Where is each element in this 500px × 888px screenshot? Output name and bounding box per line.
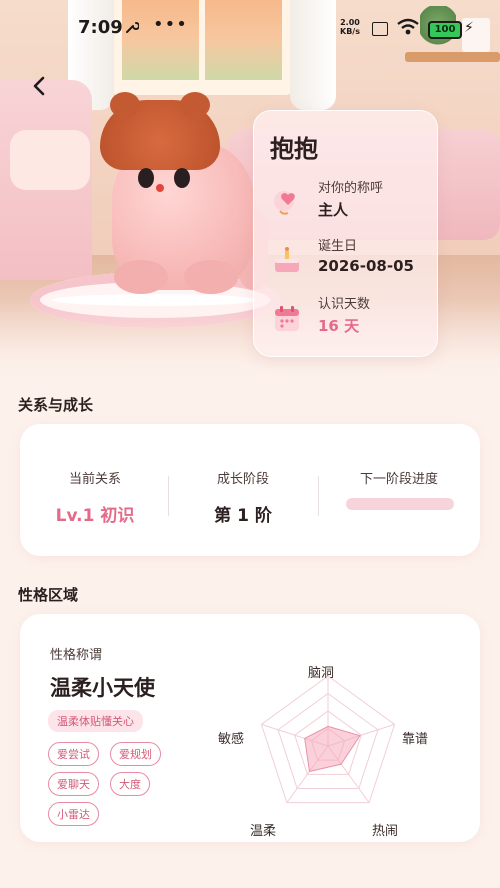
nickname-label: 对你的称呼 [318,181,384,196]
radar-axis-label: 热闹 [372,824,399,839]
personality-tag: 爱规划 [110,742,161,766]
status-bar: 7:09 ••• 2.00 KB/s 100 ⚡ [0,0,500,52]
pet-mascot[interactable] [100,92,270,295]
personality-card: 性格称谓 温柔小天使 温柔体贴懂关心 爱尝试 爱规划 爱聊天 大度 小雷达 脑洞… [20,614,480,842]
radar-axis-label: 靠谱 [402,732,429,747]
growth-stage-value: 第 1 阶 [214,506,272,526]
nickname-row: 对你的称呼 主人 [270,177,430,229]
network-speed: 2.00 KB/s [340,18,360,36]
wifi-icon [397,18,419,35]
radar-axis-label: 温柔 [250,824,277,839]
battery-icon: 100 [428,21,462,39]
birthday-label: 诞生日 [318,239,358,254]
personality-radar-chart: 脑洞 靠谱 热闹 温柔 敏感 [210,634,480,839]
personality-tag: 爱尝试 [48,742,99,766]
sim-icon [372,22,388,36]
cake-icon [275,247,299,272]
mascot-eye [138,168,154,188]
mascot-nose [156,184,164,192]
personality-title-label: 性格称谓 [50,648,103,663]
wall-shelf [405,52,500,62]
days-known-row: 认识天数 16 天 [270,293,430,345]
status-time: 7:09 [78,17,123,38]
wrench-icon [126,22,139,33]
radar-axis-label: 脑洞 [308,666,335,681]
relation-section-title: 关系与成长 [18,396,94,414]
days-known-label: 认识天数 [318,297,371,312]
personality-tag: 大度 [110,772,150,796]
personality-tag: 爱聊天 [48,772,99,796]
mascot-hat [100,92,220,170]
personality-description: 温柔体贴懂关心 [48,710,143,732]
current-relation-value: Lv.1 初识 [55,506,135,526]
radar-axis-label: 敏感 [218,732,245,747]
calendar-icon [275,306,299,331]
nickname-value: 主人 [318,201,349,219]
pet-name: 抱抱 [270,135,318,163]
charging-icon: ⚡ [464,20,474,36]
growth-stage: 成长阶段 第 1 阶 [168,468,318,526]
relation-card: 当前关系 Lv.1 初识 成长阶段 第 1 阶 下一阶段进度 [20,424,480,556]
radar-svg [260,675,396,804]
next-stage: 下一阶段进度 [359,472,438,487]
personality-name: 温柔小天使 [50,676,155,700]
personality-section-title: 性格区域 [18,586,79,604]
pet-info-card: 抱抱 对你的称呼 主人 诞生日 2026-08-05 认识天数 16 天 [253,110,438,357]
days-known-value: 16 天 [318,317,360,335]
back-arrow-icon[interactable] [26,72,54,100]
divider [318,476,319,516]
birthday-row: 诞生日 2026-08-05 [270,235,430,287]
birthday-value: 2026-08-05 [318,257,414,275]
personality-tag: 小雷达 [48,802,99,826]
heart-balloon-icon [274,191,295,215]
mascot-eye [174,168,190,188]
next-stage-progress-bar [346,498,454,510]
current-relation: 当前关系 Lv.1 初识 [20,468,170,526]
more-notifications-icon: ••• [153,14,188,35]
